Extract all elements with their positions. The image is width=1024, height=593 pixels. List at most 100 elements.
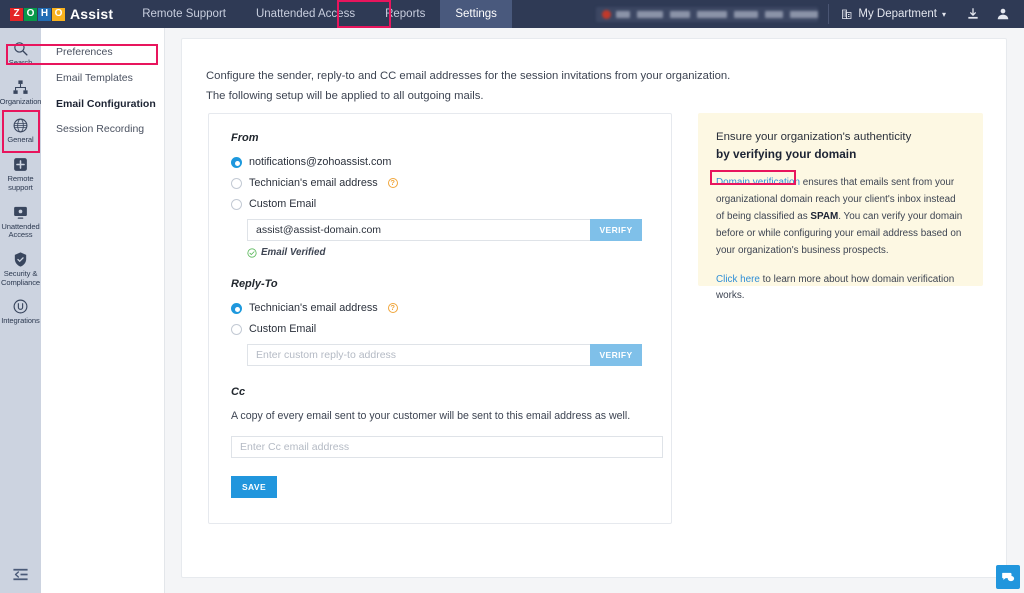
sidebar-item-label: Unattended Access [1,223,39,240]
download-button[interactable] [958,0,988,28]
info-body: Domain verification ensures that emails … [716,174,965,259]
tab-settings[interactable]: Settings [440,0,512,28]
sidebar-item-unattended-access[interactable]: Unattended Access [0,198,41,245]
help-icon[interactable]: ? [388,178,398,188]
shield-icon [12,251,29,268]
sidebar-item-integrations[interactable]: Integrations [0,292,41,331]
top-bar-right: My Department ▾ [596,0,1024,28]
logo-letter-h: H [38,8,51,21]
tab-remote-support[interactable]: Remote Support [127,0,241,28]
from-custom-email-row: VERIFY [247,219,642,241]
from-option-technician-email[interactable]: Technician's email address ? [231,177,649,189]
top-navigation: Remote Support Unattended Access Reports… [127,0,512,28]
domain-verification-link[interactable]: Domain verification [716,177,800,188]
plus-square-icon [12,156,29,173]
monitor-icon [12,204,29,221]
chat-support-button[interactable] [996,565,1020,589]
cc-note: A copy of every email sent to your custo… [231,410,649,422]
radio-button[interactable] [231,178,242,189]
chevron-down-icon: ▾ [942,10,946,19]
subnav-item-session-recording[interactable]: Session Recording [41,117,164,143]
globe-icon [12,117,29,134]
user-icon [996,7,1010,21]
radio-label: Technician's email address [249,177,378,189]
email-configuration-form: From notifications@zohoassist.com Techni… [208,113,672,524]
tab-unattended-access[interactable]: Unattended Access [241,0,370,28]
sidebar-item-label: Search [9,59,32,68]
radio-label: Custom Email [249,323,316,335]
from-custom-email-input[interactable] [247,219,590,241]
tab-reports[interactable]: Reports [370,0,440,28]
settings-subnav: Preferences Email Templates Email Config… [41,28,165,593]
save-button[interactable]: SAVE [231,476,277,498]
sidebar-item-label: Security & Compliance [1,270,40,287]
intro-line-1: Configure the sender, reply-to and CC em… [206,67,1006,87]
domain-verification-info-panel: Ensure your organization's authenticity … [698,113,983,286]
reply-to-section-title: Reply-To [231,278,649,290]
download-icon [966,7,980,21]
subnav-item-preferences[interactable]: Preferences [41,40,164,66]
from-option-notifications[interactable]: notifications@zohoassist.com [231,156,649,168]
redacted-bars [616,11,818,18]
sidebar-item-label: Integrations [1,317,39,326]
email-verified-label: Email Verified [261,247,325,258]
brand[interactable]: Z O H O Assist [0,6,127,22]
from-section-title: From [231,132,649,144]
click-here-link[interactable]: Click here [716,274,760,285]
help-icon[interactable]: ? [388,303,398,313]
logo-letter-o1: O [24,8,37,21]
building-icon [841,8,853,20]
main-content-card: Configure the sender, reply-to and CC em… [181,38,1007,578]
radio-button[interactable] [231,199,242,210]
reply-to-verify-button[interactable]: VERIFY [590,344,642,366]
top-bar: Z O H O Assist Remote Support Unattended… [0,0,1024,28]
reply-to-option-custom-email[interactable]: Custom Email [231,323,649,335]
sidebar-item-general[interactable]: General [0,111,41,150]
subnav-item-email-configuration[interactable]: Email Configuration [41,92,164,118]
user-account-button[interactable] [988,0,1018,28]
collapse-panel-button[interactable] [0,560,41,593]
email-verified-status: Email Verified [247,247,649,258]
sidebar-item-security-compliance[interactable]: Security & Compliance [0,245,41,292]
from-option-custom-email[interactable]: Custom Email [231,198,649,210]
reply-to-custom-email-row: VERIFY [247,344,642,366]
integrations-icon [12,298,29,315]
sidebar-item-label: Remote support [2,175,39,192]
radio-button[interactable] [231,324,242,335]
logo-letter-o2: O [52,8,65,21]
radio-button[interactable] [231,303,242,314]
redacted-banner [596,7,818,22]
reply-to-option-technician-email[interactable]: Technician's email address ? [231,302,649,314]
zoho-logo-icon: Z O H O [10,8,65,21]
logo-letter-z: Z [10,8,23,21]
search-icon [12,40,29,57]
sidebar-item-label: General [7,136,33,145]
radio-label: notifications@zohoassist.com [249,156,391,168]
radio-label: Custom Email [249,198,316,210]
sidebar-item-search[interactable]: Search [0,34,41,73]
radio-label: Technician's email address [249,302,378,314]
intro-line-2: The following setup will be applied to a… [206,87,1006,107]
info-body-spam: SPAM [810,211,838,222]
chat-bubble-icon [1001,570,1015,584]
department-label: My Department [858,8,937,20]
cc-email-input[interactable] [231,436,663,458]
check-circle-icon [247,248,257,258]
sidebar-item-label: Organization [0,98,41,107]
subnav-item-email-templates[interactable]: Email Templates [41,66,164,92]
sidebar-item-organization[interactable]: Organization [0,73,41,112]
sidebar-item-remote-support[interactable]: Remote support [0,150,41,197]
from-verify-button[interactable]: VERIFY [590,219,642,241]
brand-name: Assist [70,6,113,22]
info-heading-line-2: by verifying your domain [716,146,965,163]
intro-text: Configure the sender, reply-to and CC em… [182,39,1006,107]
radio-button[interactable] [231,157,242,168]
collapse-panel-icon [12,566,29,583]
organization-icon [12,79,29,96]
department-selector[interactable]: My Department ▾ [829,8,958,20]
info-heading-line-1: Ensure your organization's authenticity [716,129,965,146]
app-root: Z O H O Assist Remote Support Unattended… [0,0,1024,593]
reply-to-custom-email-input[interactable] [247,344,590,366]
icon-rail: Search Organization General [0,28,41,593]
info-footer: Click here to learn more about how domai… [716,272,965,304]
